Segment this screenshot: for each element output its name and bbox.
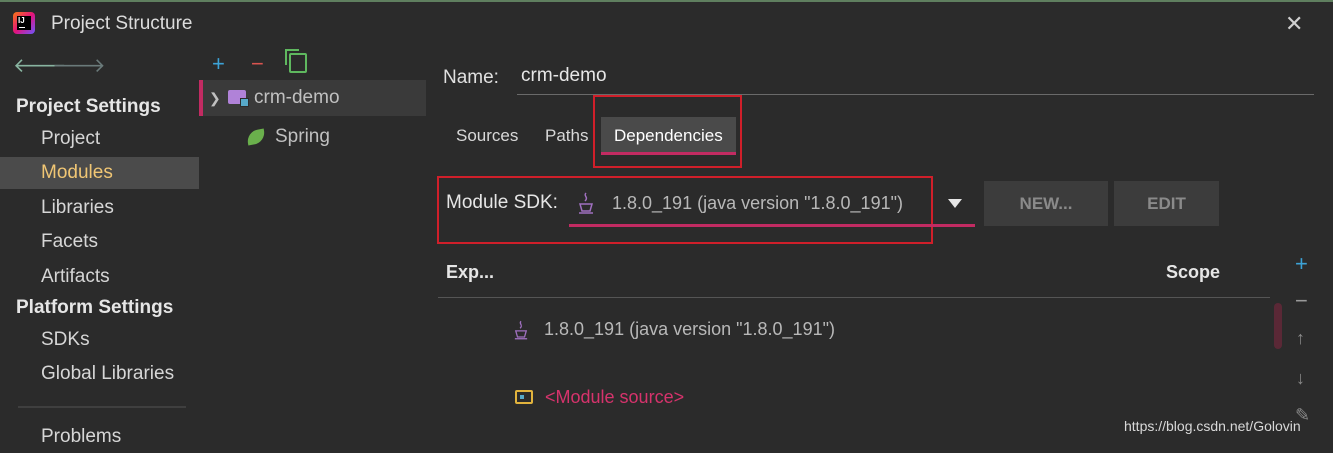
sidebar-item-modules[interactable]: Modules xyxy=(0,157,199,189)
settings-sidebar: 🡐 🡒 Project Settings Project Modules Lib… xyxy=(0,43,199,447)
sidebar-item-libraries[interactable]: Libraries xyxy=(0,192,199,224)
source-folder-icon xyxy=(515,390,533,404)
remove-icon[interactable]: − xyxy=(251,51,264,77)
name-label: Name: xyxy=(443,67,499,88)
column-header-scope[interactable]: Scope xyxy=(1166,262,1220,283)
add-icon[interactable]: + xyxy=(212,51,225,77)
column-header-export[interactable]: Exp... xyxy=(446,262,494,283)
move-down-icon[interactable]: ↓ xyxy=(1296,368,1305,389)
remove-dependency-icon[interactable]: − xyxy=(1295,288,1308,314)
edit-sdk-button[interactable]: EDIT xyxy=(1114,181,1219,226)
title-bar: IJ Project Structure ✕ xyxy=(0,2,1333,43)
module-name-field[interactable]: crm-demo xyxy=(517,65,1314,95)
sidebar-item-artifacts[interactable]: Artifacts xyxy=(0,261,199,293)
forward-arrow-icon[interactable]: 🡒 xyxy=(52,53,106,78)
new-sdk-button[interactable]: NEW... xyxy=(984,181,1108,226)
tree-item-spring[interactable]: Spring xyxy=(199,119,426,155)
move-up-icon[interactable]: ↑ xyxy=(1296,328,1305,349)
highlight-box-tab xyxy=(593,95,742,168)
java-cup-icon xyxy=(579,192,593,214)
java-cup-icon xyxy=(514,320,528,340)
platform-settings-header: Platform Settings xyxy=(16,297,174,318)
sidebar-item-facets[interactable]: Facets xyxy=(0,226,199,258)
chevron-down-icon[interactable]: ❯ xyxy=(209,80,221,116)
intellij-logo-icon: IJ xyxy=(13,12,35,34)
sdk-underline xyxy=(569,224,975,227)
sdk-selected-value: 1.8.0_191 (java version "1.8.0_191") xyxy=(612,193,903,213)
table-header-divider xyxy=(438,297,1270,298)
tree-item-label: crm-demo xyxy=(254,87,340,108)
close-icon[interactable]: ✕ xyxy=(1285,11,1303,37)
window-title: Project Structure xyxy=(51,13,193,34)
tab-paths[interactable]: Paths xyxy=(532,117,601,155)
module-folder-icon xyxy=(228,90,249,107)
sidebar-item-global-libraries[interactable]: Global Libraries xyxy=(0,358,199,390)
chevron-down-icon[interactable] xyxy=(948,199,962,208)
module-sdk-label: Module SDK: xyxy=(446,192,558,213)
scrollbar-thumb[interactable] xyxy=(1274,303,1282,349)
tree-item-label: Spring xyxy=(275,126,330,147)
dependency-label: 1.8.0_191 (java version "1.8.0_191") xyxy=(544,319,835,339)
tree-item-crm-demo[interactable]: ❯ crm-demo xyxy=(199,80,426,116)
copy-icon[interactable] xyxy=(285,49,307,73)
sidebar-item-sdks[interactable]: SDKs xyxy=(0,324,199,356)
tab-sources[interactable]: Sources xyxy=(443,117,531,155)
add-dependency-icon[interactable]: + xyxy=(1295,251,1308,277)
project-settings-header: Project Settings xyxy=(16,96,161,117)
watermark-text: https://blog.csdn.net/Golovin xyxy=(1124,418,1301,434)
module-tree-panel: + − ❯ crm-demo Spring xyxy=(199,43,429,446)
dependency-label: <Module source> xyxy=(545,387,685,407)
sidebar-divider xyxy=(18,406,186,408)
sidebar-item-problems[interactable]: Problems xyxy=(0,421,199,453)
sidebar-item-project[interactable]: Project xyxy=(0,123,199,155)
spring-leaf-icon xyxy=(245,128,267,146)
module-details-panel: Name: crm-demo Sources Paths Dependencie… xyxy=(429,43,1333,446)
module-sdk-select[interactable]: 1.8.0_191 (java version "1.8.0_191") xyxy=(569,184,975,227)
